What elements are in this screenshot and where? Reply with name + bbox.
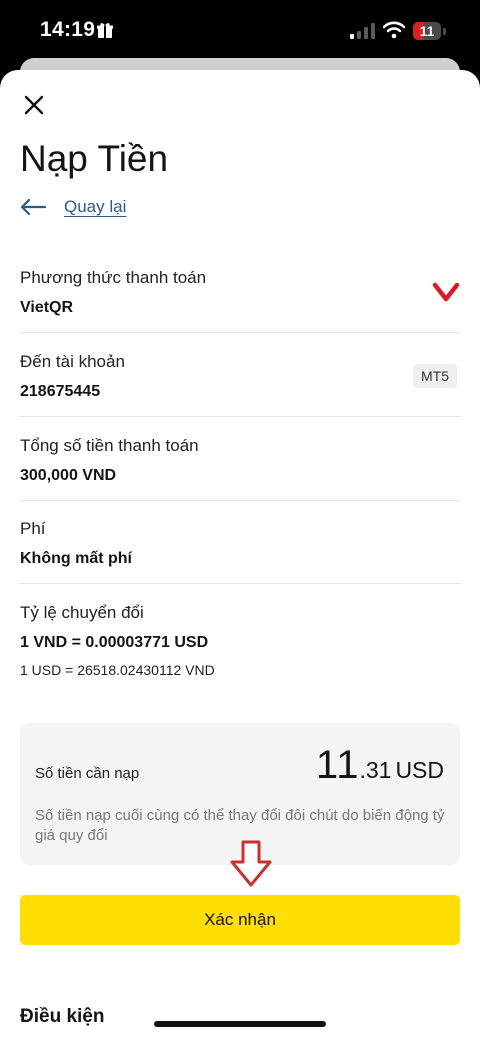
rate-label: Tỷ lệ chuyển đổi bbox=[20, 603, 144, 622]
confirm-button[interactable]: Xác nhận bbox=[20, 895, 460, 945]
wifi-icon bbox=[383, 21, 405, 39]
amount-decimal: .31 bbox=[359, 757, 392, 783]
divider bbox=[20, 332, 460, 333]
divider bbox=[20, 583, 460, 584]
battery-level: 11 bbox=[419, 23, 435, 39]
status-bar: 14:19 11 bbox=[0, 0, 480, 64]
close-icon[interactable] bbox=[22, 93, 46, 117]
back-link-label: Quay lại bbox=[64, 197, 127, 216]
terms-heading: Điều kiện bbox=[20, 1006, 105, 1027]
payment-method-value: VietQR bbox=[20, 299, 74, 316]
signal-icon bbox=[350, 23, 375, 39]
rate-sub: 1 USD = 26518.02430112 VND bbox=[20, 662, 215, 678]
divider bbox=[20, 416, 460, 417]
amount-value: 11 .31 USD bbox=[316, 743, 444, 788]
status-time: 14:19 bbox=[40, 18, 96, 41]
payment-method-label: Phương thức thanh toán bbox=[20, 268, 207, 287]
account-label: Đến tài khoản bbox=[20, 352, 125, 371]
gift-icon bbox=[97, 23, 113, 38]
battery-cap bbox=[443, 28, 446, 35]
down-arrow-icon bbox=[230, 840, 272, 887]
total-row: Tổng số tiền thanh toán 300,000 VND bbox=[20, 436, 460, 485]
mt5-badge: MT5 bbox=[413, 364, 457, 388]
page-title: Nạp Tiền bbox=[20, 138, 169, 179]
fee-row: Phí Không mất phí bbox=[20, 519, 460, 568]
payment-method-row[interactable]: Phương thức thanh toán VietQR bbox=[20, 268, 460, 317]
arrow-left-icon bbox=[20, 199, 46, 215]
rate-row: Tỷ lệ chuyển đổi 1 VND = 0.00003771 USD … bbox=[20, 603, 460, 678]
total-label: Tổng số tiền thanh toán bbox=[20, 436, 199, 455]
amount-integer: 11 bbox=[315, 743, 360, 787]
fee-label: Phí bbox=[20, 519, 46, 538]
account-value: 218675445 bbox=[20, 383, 101, 400]
fee-value: Không mất phí bbox=[20, 550, 132, 567]
back-link[interactable]: Quay lại bbox=[20, 194, 126, 220]
account-row: Đến tài khoản 218675445 bbox=[20, 352, 460, 401]
home-indicator bbox=[154, 1021, 326, 1027]
amount-currency: USD bbox=[395, 757, 444, 783]
amount-label: Số tiền cần nạp bbox=[35, 765, 140, 782]
divider bbox=[20, 500, 460, 501]
battery-icon: 11 bbox=[413, 22, 441, 40]
total-value: 300,000 VND bbox=[20, 467, 117, 484]
rate-value: 1 VND = 0.00003771 USD bbox=[20, 634, 209, 651]
chevron-down-icon[interactable] bbox=[432, 280, 460, 304]
